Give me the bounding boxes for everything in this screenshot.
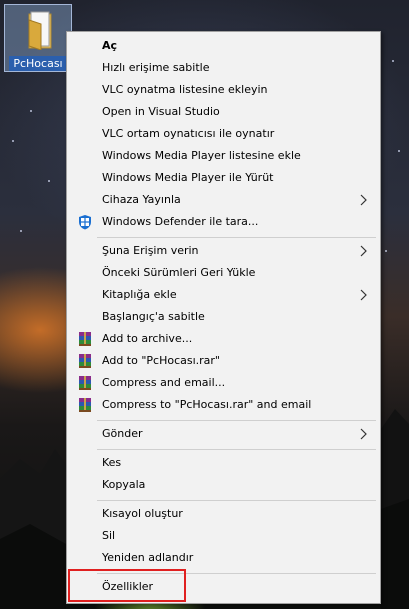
menu-item-label: Compress and email... — [102, 376, 226, 389]
chevron-right-icon — [360, 245, 367, 257]
desktop-folder-icon[interactable]: PcHocası — [4, 4, 72, 72]
star — [392, 60, 394, 62]
chevron-right-icon — [360, 428, 367, 440]
menu-item-vlc-play[interactable]: VLC ortam oynatıcısı ile oynatır — [69, 123, 378, 145]
menu-item-restore-previous-versions[interactable]: Önceki Sürümleri Geri Yükle — [69, 262, 378, 284]
star — [398, 150, 400, 152]
menu-item-compress-and-email[interactable]: Compress and email... — [69, 372, 378, 394]
menu-item-label: Önceki Sürümleri Geri Yükle — [102, 266, 256, 279]
folder-icon — [28, 11, 52, 50]
winrar-icon — [79, 398, 91, 412]
chevron-right-icon — [360, 289, 367, 301]
menu-item-label: Yeniden adlandır — [102, 551, 194, 564]
menu-item-pin-to-start[interactable]: Başlangıç'a sabitle — [69, 306, 378, 328]
menu-item-label: Kitaplığa ekle — [102, 288, 177, 301]
menu-item-label: Kısayol oluştur — [102, 507, 183, 520]
menu-item-label: Open in Visual Studio — [102, 105, 220, 118]
menu-item-label: Cihaza Yayınla — [102, 193, 181, 206]
menu-item-label: Başlangıç'a sabitle — [102, 310, 205, 323]
menu-item-add-to-rar[interactable]: Add to "PcHocası.rar" — [69, 350, 378, 372]
star — [48, 180, 50, 182]
menu-item-compress-to-rar-and-email[interactable]: Compress to "PcHocası.rar" and email — [69, 394, 378, 416]
menu-item-copy[interactable]: Kopyala — [69, 474, 378, 496]
menu-item-properties[interactable]: Özellikler — [69, 576, 378, 598]
winrar-icon — [79, 332, 91, 346]
menu-item-defender-scan[interactable]: Windows Defender ile tara... — [69, 211, 378, 233]
menu-item-give-access[interactable]: Şuna Erişim verin — [69, 240, 378, 262]
menu-item-label: Windows Media Player ile Yürüt — [102, 171, 274, 184]
windows-defender-icon — [79, 215, 91, 230]
menu-item-label: Add to archive... — [102, 332, 193, 345]
menu-item-label: Özellikler — [102, 580, 154, 593]
menu-item-label: Compress to "PcHocası.rar" and email — [102, 398, 312, 411]
menu-item-label: Windows Defender ile tara... — [102, 215, 259, 228]
menu-item-label: VLC ortam oynatıcısı ile oynatır — [102, 127, 275, 140]
menu-item-cast-to-device[interactable]: Cihaza Yayınla — [69, 189, 378, 211]
menu-item-delete[interactable]: Sil — [69, 525, 378, 547]
menu-separator — [97, 420, 376, 421]
menu-item-rename[interactable]: Yeniden adlandır — [69, 547, 378, 569]
menu-item-pin-quick-access[interactable]: Hızlı erişime sabitle — [69, 57, 378, 79]
context-menu: Aç Hızlı erişime sabitle VLC oynatma lis… — [66, 31, 381, 604]
menu-item-include-in-library[interactable]: Kitaplığa ekle — [69, 284, 378, 306]
desktop: PcHocası Aç Hızlı erişime sabitle VLC oy… — [0, 0, 409, 609]
menu-item-create-shortcut[interactable]: Kısayol oluştur — [69, 503, 378, 525]
menu-item-label: VLC oynatma listesine ekleyin — [102, 83, 268, 96]
winrar-icon — [79, 376, 91, 390]
menu-separator — [97, 573, 376, 574]
winrar-icon — [79, 354, 91, 368]
menu-item-wmp-play[interactable]: Windows Media Player ile Yürüt — [69, 167, 378, 189]
desktop-icon-label: PcHocası — [9, 56, 67, 71]
menu-item-open[interactable]: Aç — [69, 35, 378, 57]
menu-item-label: Add to "PcHocası.rar" — [102, 354, 220, 367]
menu-item-label: Aç — [102, 39, 118, 52]
menu-item-add-to-archive[interactable]: Add to archive... — [69, 328, 378, 350]
menu-item-cut[interactable]: Kes — [69, 452, 378, 474]
menu-item-open-visual-studio[interactable]: Open in Visual Studio — [69, 101, 378, 123]
menu-item-label: Kes — [102, 456, 122, 469]
menu-separator — [97, 237, 376, 238]
star — [385, 250, 387, 252]
menu-item-label: Sil — [102, 529, 116, 542]
menu-item-wmp-add-list[interactable]: Windows Media Player listesine ekle — [69, 145, 378, 167]
menu-separator — [97, 449, 376, 450]
menu-item-label: Şuna Erişim verin — [102, 244, 199, 257]
menu-item-label: Hızlı erişime sabitle — [102, 61, 210, 74]
chevron-right-icon — [360, 194, 367, 206]
menu-separator — [97, 500, 376, 501]
star — [20, 230, 22, 232]
star — [12, 140, 14, 142]
menu-item-label: Kopyala — [102, 478, 146, 491]
star — [30, 110, 32, 112]
menu-item-send-to[interactable]: Gönder — [69, 423, 378, 445]
menu-item-label: Gönder — [102, 427, 143, 440]
menu-item-label: Windows Media Player listesine ekle — [102, 149, 301, 162]
menu-item-vlc-add-playlist[interactable]: VLC oynatma listesine ekleyin — [69, 79, 378, 101]
